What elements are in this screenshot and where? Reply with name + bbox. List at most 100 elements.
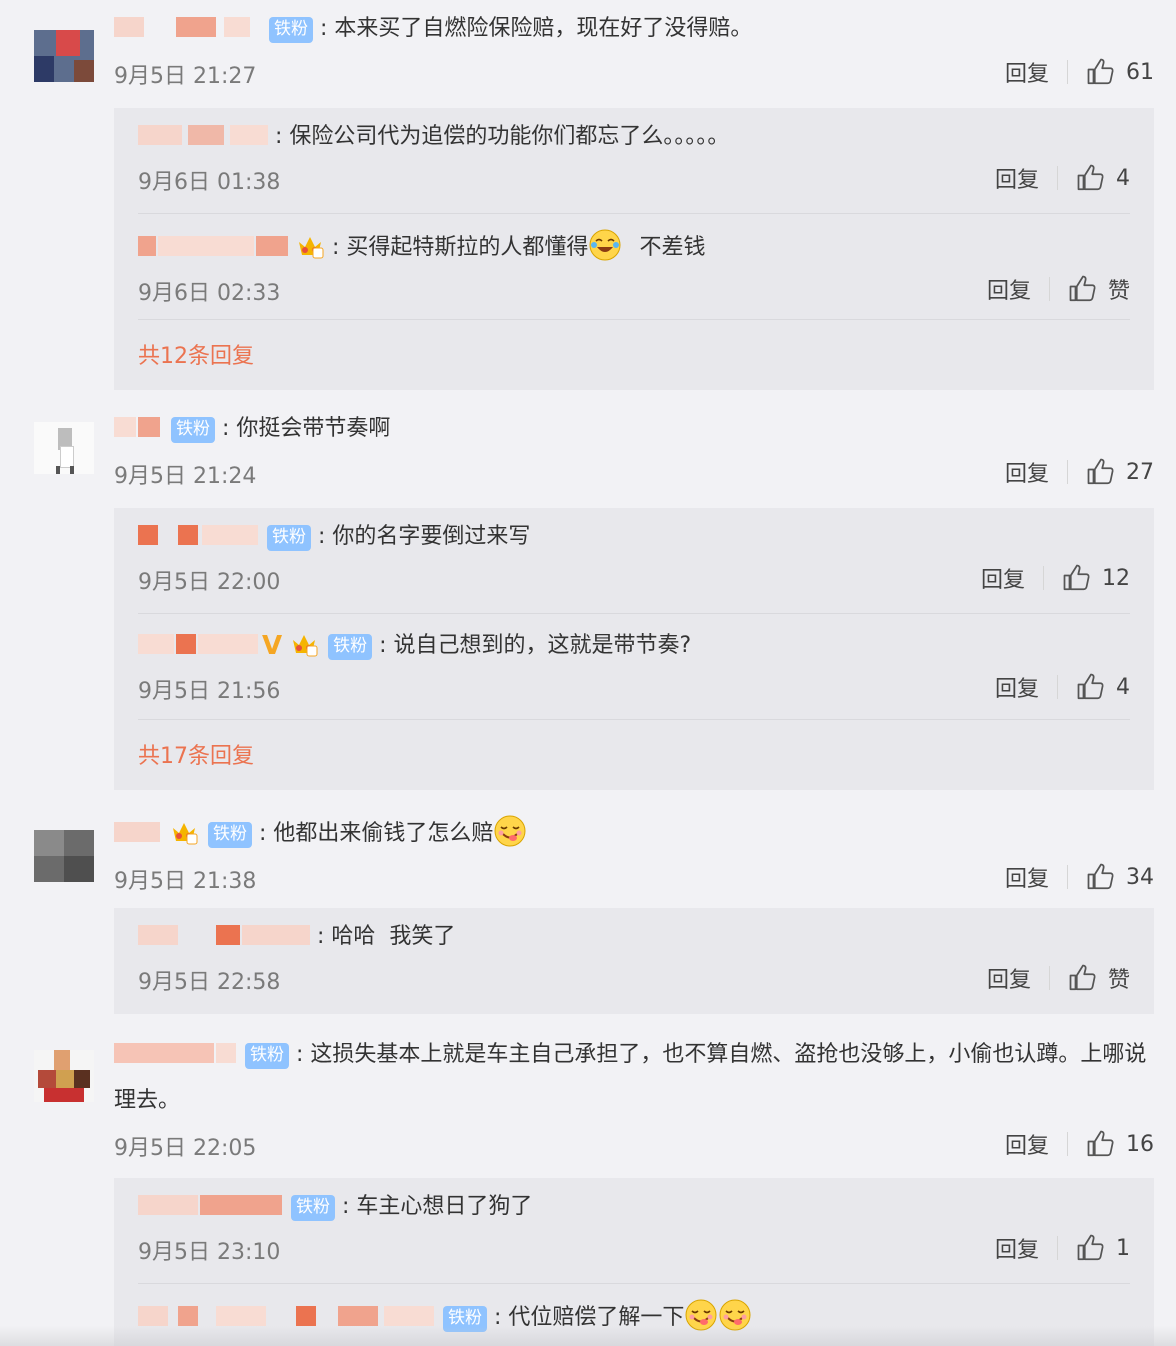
comment-line: 铁粉 : 你的名字要倒过来写 xyxy=(138,508,1130,552)
reply-text: 说自己想到的，这就是带节奏? xyxy=(393,633,692,658)
timestamp: 9月5日 21:38 xyxy=(114,869,257,894)
reply-button[interactable]: 回复 xyxy=(1005,56,1049,88)
like-button[interactable]: 赞 xyxy=(1068,962,1130,994)
reply-box: 铁粉 : 你的名字要倒过来写 9月5日 22:00 回复 12 V 铁粉: 说… xyxy=(114,508,1154,790)
colon: : xyxy=(259,821,267,846)
like-count: 12 xyxy=(1102,565,1130,591)
more-replies-link[interactable]: 共12条回复 xyxy=(138,320,1130,390)
divider xyxy=(1057,1236,1058,1260)
divider xyxy=(1057,675,1058,699)
username[interactable] xyxy=(138,632,258,656)
like-count: 16 xyxy=(1126,1131,1154,1157)
username[interactable] xyxy=(138,1193,282,1217)
like-button[interactable]: 27 xyxy=(1086,457,1154,487)
reply-item: : 买得起特斯拉的人都懂得 不差钱 9月6日 02:33 回复 赞 xyxy=(138,214,1130,320)
username[interactable] xyxy=(114,15,260,39)
like-button[interactable]: 1 xyxy=(1076,1233,1130,1263)
divider xyxy=(1048,277,1050,301)
avatar[interactable] xyxy=(34,830,94,882)
thumbs-up-icon xyxy=(1069,964,1096,991)
timestamp: 9月6日 02:33 xyxy=(138,281,281,306)
timestamp: 9月5日 22:00 xyxy=(138,570,281,595)
like-button[interactable]: 34 xyxy=(1086,862,1154,892)
colon: : xyxy=(342,1194,350,1219)
colon: : xyxy=(332,235,340,260)
username[interactable] xyxy=(114,415,162,439)
comment-line: V 铁粉 : 说自己想到的，这就是带节奏? xyxy=(138,614,1130,661)
fan-badge[interactable]: 铁粉 xyxy=(171,417,215,443)
reply-item: 铁粉 : 你的名字要倒过来写 9月5日 22:00 回复 12 xyxy=(138,508,1130,614)
fan-badge[interactable]: 铁粉 xyxy=(269,17,313,43)
verified-v-icon: V xyxy=(262,631,283,661)
fan-badge[interactable]: 铁粉 xyxy=(291,1195,335,1221)
thumbs-up-icon xyxy=(1077,673,1104,700)
like-button[interactable]: 4 xyxy=(1076,672,1130,702)
reply-button[interactable]: 回复 xyxy=(1005,1128,1049,1160)
fan-badge[interactable]: 铁粉 xyxy=(208,822,252,848)
thumbs-up-icon xyxy=(1077,164,1104,191)
thumbs-up-icon xyxy=(1069,275,1096,302)
reply-button[interactable]: 回复 xyxy=(995,162,1039,194)
timestamp: 9月5日 22:58 xyxy=(138,970,281,995)
comment-text: 你挺会带节奏啊 xyxy=(236,416,391,441)
reply-button[interactable]: 回复 xyxy=(995,1232,1039,1264)
like-count: 赞 xyxy=(1107,279,1130,304)
colon: : xyxy=(222,416,230,441)
like-button[interactable]: 16 xyxy=(1086,1129,1154,1159)
divider xyxy=(1067,865,1068,889)
username[interactable] xyxy=(138,1304,434,1328)
timestamp: 9月5日 21:27 xyxy=(114,64,257,89)
reply-text: 保险公司代为追偿的功能你们都忘了么。。。。。 xyxy=(289,124,730,149)
reply-box: 铁粉 : 车主心想日了狗了 9月5日 23:10 回复 1 铁粉: 代位赔偿了… xyxy=(114,1178,1154,1346)
fan-badge[interactable]: 铁粉 xyxy=(328,634,373,660)
username[interactable] xyxy=(114,820,162,844)
colon: : xyxy=(318,524,326,549)
username[interactable] xyxy=(138,123,268,147)
reply-button[interactable]: 回复 xyxy=(981,562,1025,594)
reply-button[interactable]: 回复 xyxy=(995,671,1039,703)
avatar[interactable] xyxy=(34,422,94,474)
like-button[interactable]: 12 xyxy=(1062,563,1130,593)
username[interactable] xyxy=(114,1041,236,1065)
reply-text: 你的名字要倒过来写 xyxy=(332,524,531,549)
username[interactable] xyxy=(138,923,310,947)
reply-box: : 保险公司代为追偿的功能你们都忘了么。。。。。 9月6日 01:38 回复 4 xyxy=(114,108,1154,390)
timestamp: 9月5日 21:24 xyxy=(114,464,257,489)
like-count: 4 xyxy=(1116,165,1130,191)
like-button[interactable]: 61 xyxy=(1086,57,1154,87)
colon: : xyxy=(296,1042,304,1067)
thumbs-up-icon xyxy=(1077,1234,1104,1261)
avatar[interactable] xyxy=(34,1050,94,1102)
fan-badge[interactable]: 铁粉 xyxy=(245,1043,289,1069)
reply-button[interactable]: 回复 xyxy=(1005,861,1049,893)
like-count: 赞 xyxy=(1107,968,1130,993)
crown-vip-icon xyxy=(299,237,324,259)
fan-badge[interactable]: 铁粉 xyxy=(267,525,311,551)
reply-button[interactable]: 回复 xyxy=(987,962,1031,994)
comment-line: 铁粉 : 车主心想日了狗了 xyxy=(138,1178,1130,1222)
reply-button[interactable]: 回复 xyxy=(987,273,1031,305)
more-replies-link[interactable]: 共17条回复 xyxy=(138,720,1130,790)
comment-text: 本来买了自燃险保险赔，现在好了没得赔。 xyxy=(334,16,753,41)
colon: : xyxy=(317,924,325,949)
like-count: 61 xyxy=(1126,59,1154,85)
reply-button[interactable]: 回复 xyxy=(1005,456,1049,488)
reply-text: 车主心想日了狗了 xyxy=(356,1194,533,1219)
thumbs-up-icon xyxy=(1087,458,1114,485)
thumbs-up-icon xyxy=(1087,58,1114,85)
like-button[interactable]: 4 xyxy=(1076,163,1130,193)
avatar[interactable] xyxy=(34,30,94,82)
reply-text: 哈哈 我笑了 xyxy=(331,924,456,949)
like-count: 34 xyxy=(1126,864,1154,890)
username[interactable] xyxy=(138,523,258,547)
bottom-fade xyxy=(0,1326,1176,1346)
username[interactable] xyxy=(138,234,288,258)
reply-item: 铁粉 : 车主心想日了狗了 9月5日 23:10 回复 1 xyxy=(138,1178,1130,1284)
timestamp: 9月6日 01:38 xyxy=(138,170,281,195)
thumbs-up-icon xyxy=(1087,863,1114,890)
reply-box: : 哈哈 我笑了 9月5日 22:58 回复 赞 xyxy=(114,908,1154,1014)
divider xyxy=(1043,566,1044,590)
like-button[interactable]: 赞 xyxy=(1068,273,1130,305)
comment-text: 他都出来偷钱了怎么赔 xyxy=(273,821,494,846)
divider xyxy=(1067,460,1068,484)
